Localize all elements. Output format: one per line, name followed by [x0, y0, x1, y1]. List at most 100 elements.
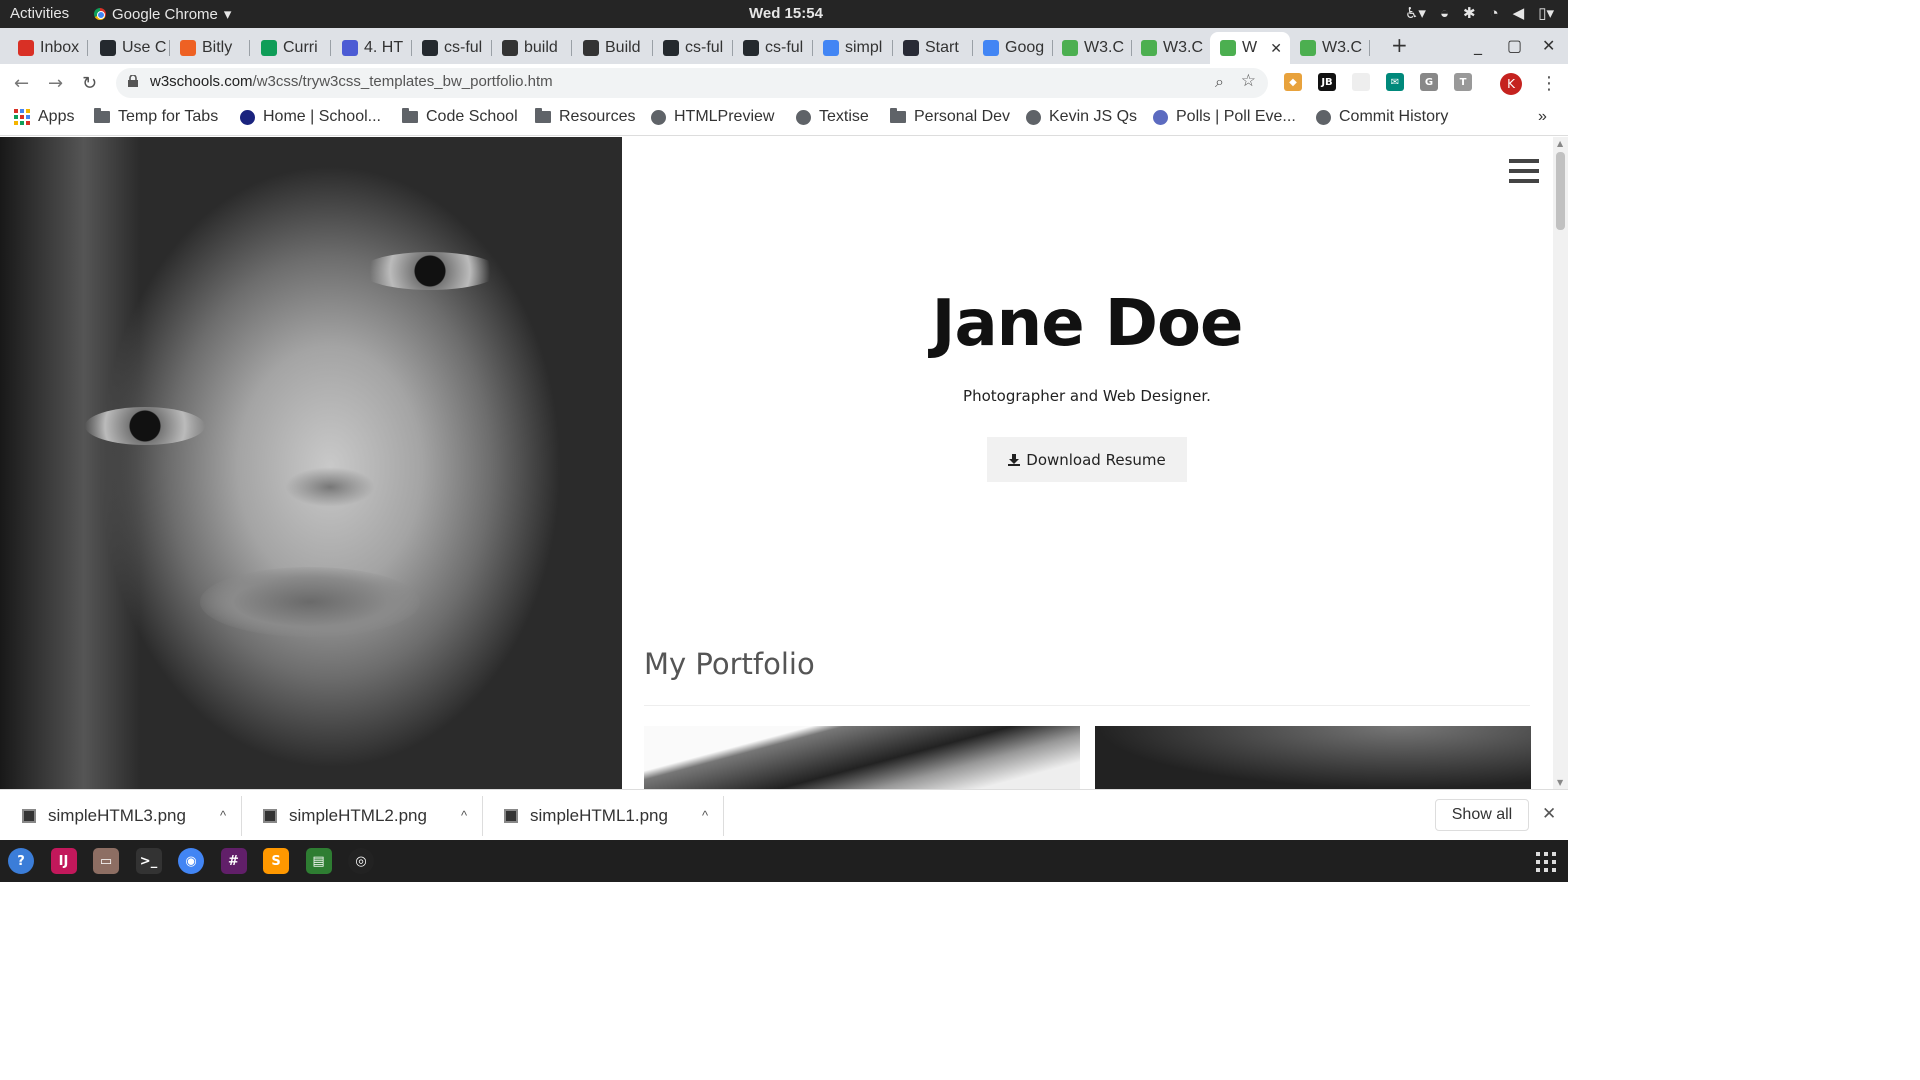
new-tab-button[interactable]: +	[1391, 33, 1408, 57]
page-scrollbar[interactable]: ▲ ▼	[1553, 137, 1568, 789]
tab-separator	[330, 40, 331, 56]
blank-extension-icon[interactable]	[1352, 73, 1370, 91]
jetbrains-extension-icon[interactable]: JB	[1318, 73, 1336, 91]
download-item[interactable]: simpleHTML3.png ^	[22, 790, 226, 841]
tab[interactable]: cs-ful	[412, 32, 492, 64]
url-text[interactable]: w3schools.com/w3css/tryw3css_templates_b…	[150, 73, 553, 90]
bookmark-item[interactable]: Kevin JS Qs	[1026, 108, 1137, 126]
tab[interactable]: Use C	[90, 32, 170, 64]
close-window-button[interactable]: ✕	[1542, 36, 1555, 55]
bookmark-item[interactable]: Apps	[14, 108, 74, 126]
bookmark-item[interactable]: HTMLPreview	[651, 108, 774, 126]
show-applications-grid-icon[interactable]	[1536, 852, 1556, 872]
search-icon[interactable]: ⌕	[1215, 72, 1224, 92]
bookmark-item[interactable]: Textise	[796, 108, 869, 126]
bookmark-star-icon[interactable]: ☆	[1241, 71, 1256, 91]
scroll-up-arrow-icon[interactable]: ▲	[1557, 139, 1563, 148]
download-resume-button[interactable]: Download Resume	[987, 437, 1187, 482]
tab[interactable]: 4. HT	[332, 32, 412, 64]
chevron-up-icon[interactable]: ^	[461, 808, 467, 823]
scroll-down-arrow-icon[interactable]: ▼	[1557, 778, 1563, 787]
tab[interactable]: Build	[573, 32, 653, 64]
download-item[interactable]: simpleHTML2.png ^	[263, 790, 467, 841]
bookmark-label: Apps	[38, 108, 75, 125]
clock[interactable]: Wed 15:54	[749, 5, 823, 22]
tab[interactable]: build	[492, 32, 572, 64]
monitor-icon[interactable]: ▤	[305, 848, 332, 874]
accessibility-icon[interactable]: ♿︎▾	[1405, 4, 1426, 22]
menu-kebab-icon[interactable]: ⋮	[1540, 73, 1558, 94]
tab[interactable]: Goog	[973, 32, 1053, 64]
volume-icon[interactable]: ◀	[1513, 4, 1525, 22]
bookmark-item[interactable]: Temp for Tabs	[94, 108, 218, 126]
wifi-icon[interactable]: ◔	[1490, 5, 1499, 22]
tab[interactable]: Inbox	[8, 32, 88, 64]
terminal-icon[interactable]: >_	[135, 848, 162, 874]
tab[interactable]: cs-ful	[653, 32, 733, 64]
battery-icon[interactable]: ▯▾	[1538, 4, 1554, 22]
tab[interactable]: Bitly	[170, 32, 250, 64]
hamburger-menu-icon[interactable]	[1509, 159, 1539, 183]
portfolio-image-2[interactable]	[1095, 726, 1531, 789]
forward-button[interactable]: →	[48, 73, 63, 94]
minimize-button[interactable]: _	[1474, 36, 1482, 55]
maximize-button[interactable]: ▢	[1507, 36, 1522, 55]
w3schools-icon	[903, 40, 919, 56]
sublime-icon[interactable]: S	[263, 848, 289, 874]
textise-extension-icon[interactable]: T	[1454, 73, 1472, 91]
scrollbar-thumb[interactable]	[1556, 152, 1565, 230]
bookmarks-overflow-button[interactable]: »	[1538, 108, 1547, 126]
app-menu[interactable]: Google Chrome ▾	[94, 5, 231, 23]
bookmark-item[interactable]: Personal Dev	[890, 108, 1010, 126]
close-shelf-icon[interactable]: ✕	[1542, 804, 1556, 824]
slack-tray-icon[interactable]: ✱	[1463, 4, 1476, 22]
url-domain: w3schools.com	[150, 73, 253, 90]
tab[interactable]: W3.C	[1290, 32, 1370, 64]
tab[interactable]: cs-ful	[733, 32, 813, 64]
w3css-icon	[1220, 40, 1236, 56]
grammarly-extension-icon[interactable]: G	[1420, 73, 1438, 91]
sync-icon[interactable]: ◒	[1440, 5, 1449, 22]
chevron-up-icon[interactable]: ^	[702, 808, 708, 823]
omnibox[interactable]: w3schools.com/w3css/tryw3css_templates_b…	[116, 68, 1268, 98]
bookmark-item[interactable]: Commit History	[1316, 108, 1448, 126]
slack-icon[interactable]: #	[220, 848, 247, 874]
chrome-icon[interactable]: ◉	[178, 848, 204, 874]
tab[interactable]: Start	[893, 32, 973, 64]
portfolio-image-1[interactable]	[644, 726, 1080, 789]
download-item[interactable]: simpleHTML1.png ^	[504, 790, 708, 841]
tab[interactable]: W ✕	[1210, 32, 1290, 64]
obs-icon[interactable]: ◎	[348, 848, 374, 874]
activities-button[interactable]: Activities	[10, 5, 69, 22]
bookmark-item[interactable]: Home | School...	[240, 108, 381, 126]
system-tray[interactable]: ♿︎▾ ◒ ✱ ◔ ◀ ▯▾	[1405, 4, 1554, 23]
chevron-up-icon[interactable]: ^	[220, 808, 226, 823]
tab[interactable]: W3.C	[1052, 32, 1132, 64]
tab[interactable]: simpl	[813, 32, 893, 64]
files-icon[interactable]: ▭	[93, 848, 119, 874]
close-tab-icon[interactable]: ✕	[1270, 40, 1282, 57]
bookmark-label: Commit History	[1339, 108, 1449, 125]
bookmark-item[interactable]: Code School	[402, 108, 518, 126]
mail-extension-icon[interactable]: ✉	[1386, 73, 1404, 91]
url-path: /w3css/tryw3css_templates_bw_portfolio.h…	[252, 73, 553, 90]
main-content: Jane Doe Photographer and Web Designer. …	[622, 137, 1552, 789]
bookmarks-bar: » Apps Temp for Tabs Home | School... Code …	[0, 102, 1568, 136]
tab[interactable]: Curri	[251, 32, 331, 64]
back-button[interactable]: ←	[14, 73, 29, 94]
tab-label: Inbox	[40, 39, 80, 56]
profile-avatar[interactable]: K	[1500, 73, 1522, 95]
folder-icon	[94, 108, 110, 123]
help-icon[interactable]: ?	[8, 848, 34, 874]
show-all-button[interactable]: Show all	[1435, 799, 1529, 831]
bookmark-item[interactable]: Polls | Poll Eve...	[1153, 108, 1296, 126]
intellij-icon[interactable]: IJ	[50, 848, 77, 874]
bookmark-item[interactable]: Resources	[535, 108, 635, 126]
extension-icon[interactable]: ◆	[1284, 73, 1302, 91]
reload-button[interactable]: ↻	[82, 73, 97, 94]
tab[interactable]: W3.C	[1131, 32, 1211, 64]
drive-icon	[261, 40, 277, 56]
tab-separator	[249, 40, 250, 56]
bookmark-label: Home | School...	[263, 108, 381, 125]
globe-icon	[796, 109, 811, 125]
